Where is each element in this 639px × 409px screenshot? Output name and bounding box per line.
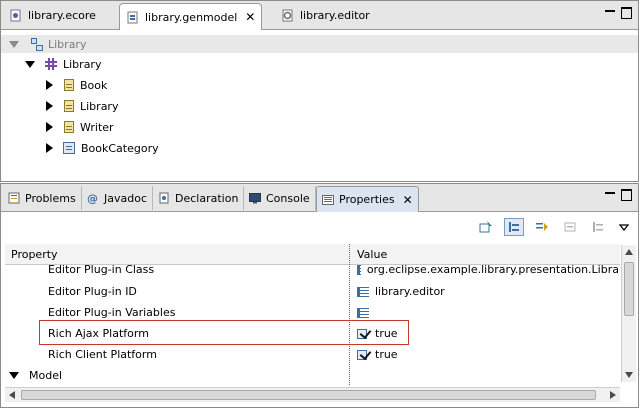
editor-window-controls (605, 7, 632, 19)
collapse-icon[interactable] (25, 60, 35, 68)
tree-item-writer[interactable]: Writer (46, 117, 114, 137)
property-name: Rich Client Platform (48, 348, 157, 361)
declaration-icon (158, 192, 170, 204)
table-row[interactable]: Editor Plug-in Class org.eclipse.example… (5, 260, 620, 279)
class-icon (64, 79, 74, 91)
tab-label: Declaration (175, 191, 239, 205)
minimize-icon[interactable] (605, 7, 615, 17)
vertical-scrollbar[interactable] (621, 245, 636, 382)
tab-label: Console (266, 191, 310, 205)
expand-icon[interactable] (46, 101, 53, 111)
column-header-value[interactable]: Value (357, 248, 387, 261)
scroll-right-icon[interactable] (610, 391, 616, 399)
tab-declaration[interactable]: Declaration (153, 186, 245, 210)
tree-item-label: Writer (80, 120, 114, 134)
table-row-selected[interactable]: Rich Ajax Platform true (5, 323, 620, 344)
show-advanced-icon[interactable] (532, 218, 552, 236)
scroll-up-icon[interactable] (625, 249, 633, 255)
tab-library-genmodel[interactable]: library.genmodel ✕ (119, 3, 263, 30)
tab-label: Javadoc (104, 191, 147, 205)
text-lines-icon (357, 307, 369, 318)
tab-label: Problems (25, 191, 76, 205)
table-row[interactable]: Rich Client Platform true (5, 344, 620, 365)
table-row[interactable]: Editor Plug-in ID library.editor (5, 281, 620, 302)
maximize-icon[interactable] (621, 189, 632, 201)
genmodel-icon (30, 37, 43, 51)
boolean-check-icon (357, 328, 371, 339)
group-row-model[interactable]: Model (5, 365, 620, 386)
tree-item-label: BookCategory (81, 141, 159, 155)
tree-item-label: Book (80, 78, 108, 92)
tree-item-library-class[interactable]: Library (46, 96, 118, 116)
property-value: true (375, 327, 398, 340)
property-name: Editor Plug-in Class (48, 263, 155, 276)
properties-toolbar (1, 212, 638, 242)
collapse-icon[interactable] (9, 372, 19, 379)
restore-default-icon (588, 218, 608, 236)
property-value: true (375, 348, 398, 361)
tab-library-ecore[interactable]: library.ecore (3, 3, 102, 28)
view-menu-icon[interactable] (614, 218, 634, 236)
show-categories-icon[interactable] (504, 218, 524, 236)
views-panel: Problems @ Javadoc Declaration Console P… (0, 183, 639, 408)
text-lines-icon (357, 264, 361, 275)
expand-icon[interactable] (46, 122, 53, 132)
scroll-thumb[interactable] (624, 262, 634, 316)
table-row[interactable]: Editor Plug-in Variables (5, 302, 620, 323)
property-name: Editor Plug-in Variables (48, 306, 176, 319)
at-icon: @ (87, 192, 98, 205)
group-label: Model (29, 369, 63, 382)
problems-icon (8, 192, 20, 204)
editor-tab-bar: library.ecore library.genmodel ✕ library… (1, 1, 638, 30)
class-icon (64, 121, 74, 133)
properties-icon (322, 194, 334, 206)
tree-item-bookcategory[interactable]: BookCategory (46, 138, 159, 158)
scroll-left-icon[interactable] (9, 391, 15, 399)
genmodel-editor: library.ecore library.genmodel ✕ library… (0, 0, 639, 182)
views-window-controls (605, 189, 632, 201)
class-icon (64, 100, 74, 112)
expand-icon[interactable] (46, 80, 53, 90)
property-name: Editor Plug-in ID (48, 285, 137, 298)
maximize-icon[interactable] (621, 7, 632, 19)
tree-item-label: Library (63, 57, 102, 71)
pin-icon[interactable] (476, 218, 496, 236)
tab-label: library.genmodel (145, 10, 238, 24)
tab-console[interactable]: Console (244, 186, 316, 210)
tree-root-label: Library (48, 37, 87, 51)
column-header-property[interactable]: Property (11, 248, 58, 261)
tree-root-row[interactable]: Library (1, 35, 638, 53)
tree-item-book[interactable]: Book (46, 75, 107, 95)
scroll-down-icon[interactable] (625, 372, 633, 378)
property-value: library.editor (375, 285, 445, 298)
tree-item-library-package[interactable]: Library (25, 54, 101, 74)
scroll-thumb[interactable] (21, 390, 596, 400)
tab-javadoc[interactable]: @ Javadoc (82, 186, 153, 210)
tree-item-label: Library (80, 99, 119, 113)
horizontal-scrollbar[interactable] (5, 387, 620, 402)
tab-properties[interactable]: Properties ✕ (316, 186, 419, 212)
tab-problems[interactable]: Problems (3, 186, 82, 210)
tab-library-editor[interactable]: library.editor (275, 3, 376, 28)
console-icon (249, 192, 261, 204)
boolean-check-icon (357, 349, 371, 360)
tab-label: library.editor (300, 9, 370, 22)
filter-icon (560, 218, 580, 236)
collapse-icon[interactable] (9, 40, 19, 48)
close-icon[interactable]: ✕ (403, 193, 413, 207)
property-name: Rich Ajax Platform (48, 327, 149, 340)
enum-icon (63, 142, 75, 154)
close-icon[interactable]: ✕ (245, 10, 255, 24)
genmodel-file-icon (126, 11, 139, 24)
ecore-file-icon (9, 9, 22, 22)
plugin-editor-icon (281, 9, 294, 22)
property-value: org.eclipse.example.library.presentation… (366, 263, 619, 276)
text-lines-icon (357, 286, 369, 297)
views-tab-bar: Problems @ Javadoc Declaration Console P… (1, 184, 638, 212)
tab-label: Properties (339, 193, 395, 206)
package-icon (45, 58, 57, 70)
expand-icon[interactable] (46, 143, 53, 153)
minimize-icon[interactable] (605, 189, 615, 199)
tab-label: library.ecore (28, 9, 96, 22)
